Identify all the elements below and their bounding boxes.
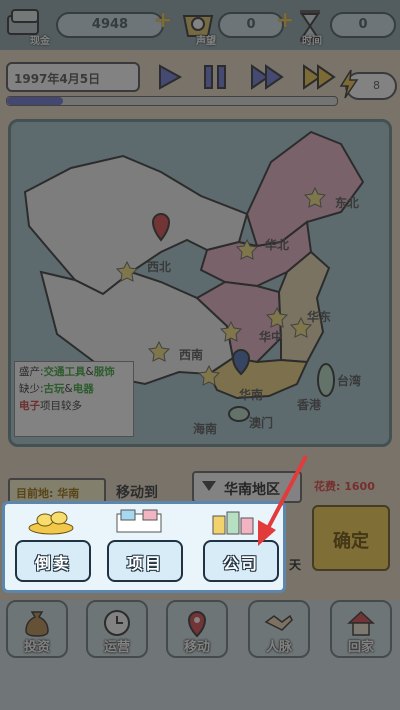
reputation-value: 0: [246, 17, 256, 32]
move-to-label: 移动到: [116, 485, 158, 501]
lack-line: 缺少:古玩&电器: [19, 383, 94, 395]
produce-line: 盛产:交通工具&服饰: [19, 366, 115, 378]
note-line: 电子项目较多: [19, 400, 82, 412]
time-value: 0: [358, 17, 368, 32]
region-label: 香港: [297, 398, 322, 412]
region-info-legend: 盛产:交通工具&服饰 缺少:古玩&电器 电子项目较多: [14, 361, 134, 437]
time-progress-bar: [6, 96, 338, 106]
cash-pill: 4948: [56, 12, 164, 38]
clock-icon: [104, 610, 130, 636]
region-label: 台湾: [337, 374, 362, 388]
region-label: 东北: [335, 196, 360, 210]
date-display: 1997年4月5日: [6, 62, 140, 92]
nav-home-button[interactable]: 回家: [330, 600, 392, 658]
time-label: 时间: [302, 36, 322, 47]
date-text: 1997年4月5日: [14, 72, 101, 86]
house-icon: [347, 610, 375, 636]
lightning-icon: [339, 69, 359, 99]
coins-icon: [28, 511, 74, 535]
handshake-icon: [264, 614, 293, 631]
pause-button[interactable]: [196, 62, 234, 92]
money-bag-icon: [25, 611, 49, 637]
speed-level-value: 8: [373, 79, 380, 92]
add-cash-icon[interactable]: +: [154, 8, 172, 33]
region-label: 海南: [193, 422, 218, 436]
region-label: 华南: [239, 388, 264, 402]
nav-network-button[interactable]: 人脉: [248, 600, 310, 658]
current-location-text: 目前地: 华南: [16, 487, 80, 500]
project-icon: [116, 509, 162, 533]
time-progress-fill: [7, 97, 64, 105]
time-pill: 0: [330, 12, 396, 38]
reputation-pill: 0: [218, 12, 284, 38]
day-label: 天: [289, 558, 302, 572]
cash-label: 现金: [30, 36, 50, 47]
region-label: 华东: [307, 310, 332, 324]
chevron-down-icon: [202, 481, 216, 491]
confirm-label: 确定: [333, 531, 369, 552]
tutorial-arrow-icon: [258, 455, 308, 546]
nav-operate-button[interactable]: 运营: [86, 600, 148, 658]
play-button[interactable]: [150, 62, 188, 92]
cash-value: 4948: [91, 17, 129, 32]
region-taiwan[interactable]: [317, 363, 335, 397]
location-pin-icon: [187, 611, 207, 638]
region-label: 西北: [147, 260, 172, 274]
region-label: 华中: [259, 330, 284, 344]
nav-move-button[interactable]: 移动: [166, 600, 228, 658]
region-label: 西南: [179, 348, 204, 362]
region-label: 澳门: [249, 416, 274, 430]
reputation-label: 声望: [196, 36, 216, 47]
nav-invest-button[interactable]: 投资: [6, 600, 68, 658]
region-label: 华北: [265, 238, 290, 252]
confirm-button[interactable]: 确定: [312, 505, 390, 571]
fast-forward-button[interactable]: [248, 62, 286, 92]
travel-cost: 花费: 1600: [314, 480, 375, 493]
resell-button[interactable]: 倒卖: [15, 540, 91, 582]
region-hainan[interactable]: [228, 406, 250, 422]
super-speed-button[interactable]: [300, 62, 338, 92]
project-button[interactable]: 项目: [107, 540, 183, 582]
